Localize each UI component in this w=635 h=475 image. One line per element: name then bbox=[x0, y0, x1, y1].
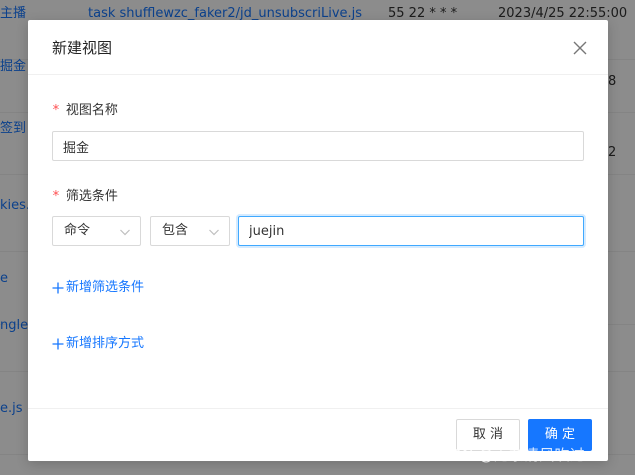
add-filter-label: 新增筛选条件 bbox=[66, 280, 145, 295]
required-mark: * bbox=[52, 189, 60, 204]
watermark: CSDN @无奈清风吹过 bbox=[430, 446, 585, 464]
view-name-label-text: 视图名称 bbox=[65, 103, 118, 118]
chevron-down-icon bbox=[209, 229, 219, 236]
required-mark: * bbox=[52, 103, 60, 118]
add-sort-button[interactable]: 新增排序方式 bbox=[52, 334, 144, 354]
view-name-input[interactable] bbox=[52, 131, 584, 161]
add-sort-label: 新增排序方式 bbox=[66, 336, 145, 351]
filter-label-text: 筛选条件 bbox=[65, 189, 118, 204]
close-icon[interactable] bbox=[568, 36, 592, 60]
view-name-label: * 视图名称 bbox=[52, 101, 118, 121]
dialog-title: 新建视图 bbox=[52, 39, 113, 57]
plus-icon bbox=[52, 338, 64, 350]
new-view-dialog: 新建视图 * 视图名称 * 筛选条件 命令 包含 新增筛选条件 bbox=[28, 20, 608, 461]
filter-operator-select[interactable]: 包含 bbox=[150, 216, 230, 246]
add-filter-button[interactable]: 新增筛选条件 bbox=[52, 278, 144, 298]
chevron-down-icon bbox=[120, 229, 130, 236]
filter-value-input[interactable] bbox=[238, 216, 584, 246]
filter-operator-value: 包含 bbox=[162, 223, 189, 238]
filter-label: * 筛选条件 bbox=[52, 187, 118, 207]
dialog-header: 新建视图 bbox=[28, 20, 608, 75]
plus-icon bbox=[52, 282, 64, 294]
filter-field-value: 命令 bbox=[64, 223, 91, 238]
filter-field-select[interactable]: 命令 bbox=[52, 216, 141, 246]
